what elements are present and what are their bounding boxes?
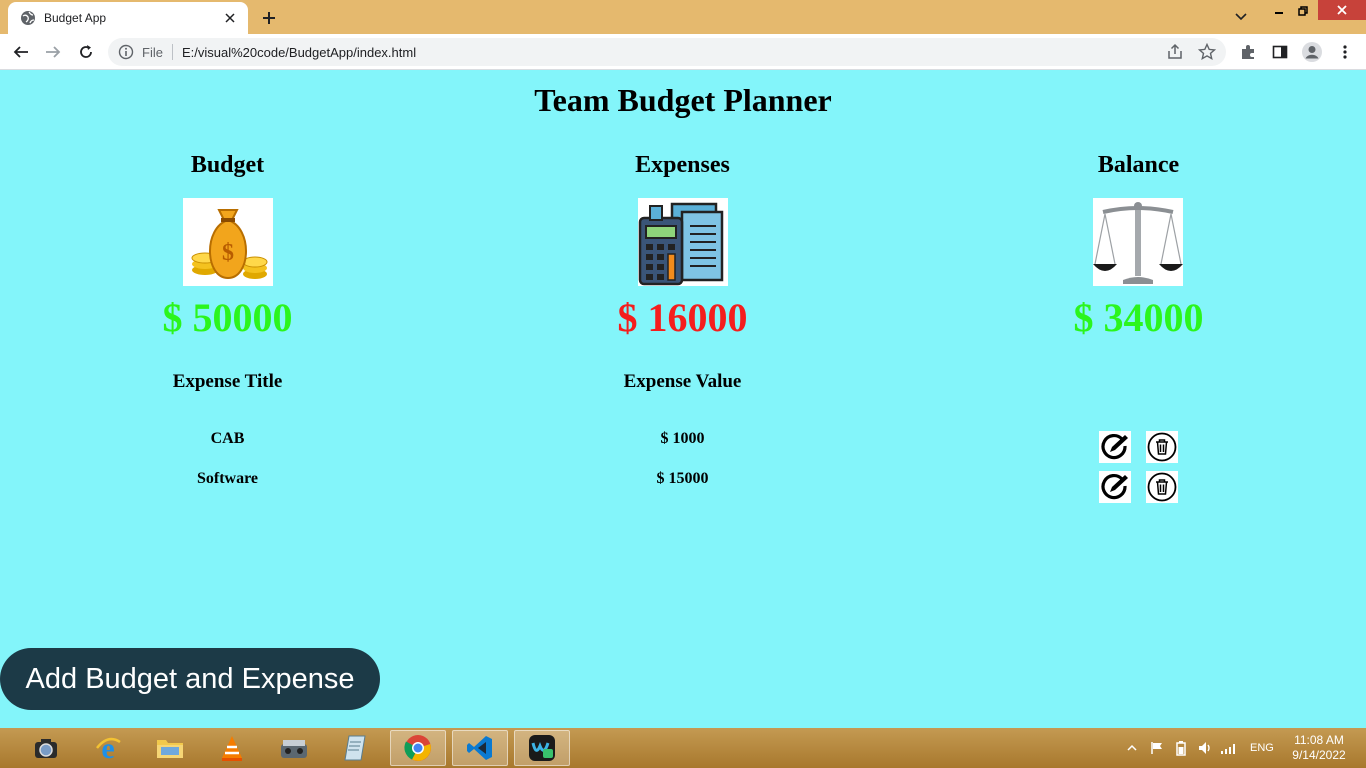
profile-avatar-icon[interactable] (1300, 40, 1324, 64)
calculator-icon (638, 198, 728, 286)
expense-value-cell: $ 1000 (660, 430, 705, 447)
svg-text:$: $ (222, 240, 234, 266)
address-bar[interactable]: File E:/visual%20code/BudgetApp/index.ht… (108, 38, 1226, 66)
vscode-icon[interactable] (452, 730, 508, 766)
page-title: Team Budget Planner (534, 82, 832, 118)
network-signal-icon[interactable] (1220, 728, 1238, 768)
camera-icon[interactable] (18, 730, 74, 766)
reload-icon[interactable] (74, 40, 98, 64)
browser-tab[interactable]: Budget App (8, 2, 248, 34)
delete-trash-icon[interactable] (1146, 471, 1178, 503)
action-center-flag-icon[interactable] (1150, 728, 1164, 768)
address-scheme-label: File (142, 44, 163, 60)
globe-icon (20, 10, 36, 26)
windows-taskbar: e ENG 11:08 AM 9/14/2022 (0, 728, 1366, 768)
delete-trash-icon[interactable] (1146, 431, 1178, 463)
forward-arrow-icon[interactable] (41, 40, 65, 64)
bookmark-star-icon[interactable] (1197, 42, 1217, 61)
taskbar-clock[interactable]: 11:08 AM 9/14/2022 (1284, 733, 1354, 763)
balance-amount: $ 34000 (911, 294, 1366, 341)
share-icon[interactable] (1166, 43, 1184, 61)
tab-search-chevron-icon[interactable] (1230, 6, 1252, 28)
money-bag-icon: $ (183, 198, 273, 286)
address-url[interactable]: E:/visual%20code/BudgetApp/index.html (182, 45, 416, 60)
media-player-icon[interactable] (266, 730, 322, 766)
power-battery-icon[interactable] (1174, 728, 1188, 768)
minimize-window-button[interactable] (1268, 0, 1290, 22)
notepad-icon[interactable] (328, 730, 384, 766)
expenses-amount: $ 16000 (455, 294, 910, 341)
expense-value-header: Expense Value (623, 371, 742, 392)
extensions-puzzle-icon[interactable] (1236, 40, 1260, 64)
expense-title-header: Expense Title (172, 371, 283, 392)
budget-amount-value: $ 50000 (162, 295, 293, 340)
more-menu-icon[interactable] (1333, 40, 1357, 64)
chrome-icon[interactable] (390, 730, 446, 766)
budget-heading: Budget (190, 152, 265, 178)
balance-heading: Balance (1097, 152, 1180, 178)
show-hidden-icons-chevron[interactable] (1127, 728, 1137, 768)
tab-title: Budget App (44, 11, 107, 25)
edit-icon[interactable] (1099, 471, 1131, 503)
browser-tab-strip: Budget App (0, 0, 1366, 34)
restore-window-button[interactable] (1292, 0, 1314, 22)
vlc-icon[interactable] (204, 730, 260, 766)
info-icon[interactable] (118, 44, 134, 60)
budget-amount: $ 50000 (0, 294, 455, 341)
clock-time: 11:08 AM (1294, 733, 1344, 747)
expenses-amount-value: $ 16000 (617, 295, 748, 340)
edit-icon[interactable] (1099, 431, 1131, 463)
add-budget-expense-button[interactable]: Add Budget and Expense (0, 648, 380, 710)
expense-title-cell: CAB (210, 430, 245, 447)
address-divider (171, 44, 173, 60)
expense-title-cell: Software (196, 470, 259, 487)
clock-date: 9/14/2022 (1292, 748, 1346, 762)
budget-app-page: Team Budget Planner Budget $ $ 50000 Exp… (0, 70, 1366, 728)
back-arrow-icon[interactable] (9, 40, 33, 64)
file-explorer-icon[interactable] (142, 730, 198, 766)
close-tab-icon[interactable] (222, 10, 238, 26)
webex-icon[interactable] (514, 730, 570, 766)
browser-toolbar: File E:/visual%20code/BudgetApp/index.ht… (0, 34, 1366, 70)
internet-explorer-icon[interactable]: e (80, 730, 136, 766)
new-tab-button[interactable] (258, 7, 280, 29)
balance-amount-value: $ 34000 (1073, 295, 1204, 340)
close-window-button[interactable] (1318, 0, 1366, 20)
input-language-indicator[interactable]: ENG (1250, 728, 1274, 768)
expenses-heading: Expenses (635, 152, 730, 178)
volume-icon[interactable] (1198, 728, 1214, 768)
side-panel-icon[interactable] (1268, 40, 1292, 64)
expense-value-cell: $ 15000 (656, 470, 709, 487)
scale-icon (1093, 198, 1183, 286)
